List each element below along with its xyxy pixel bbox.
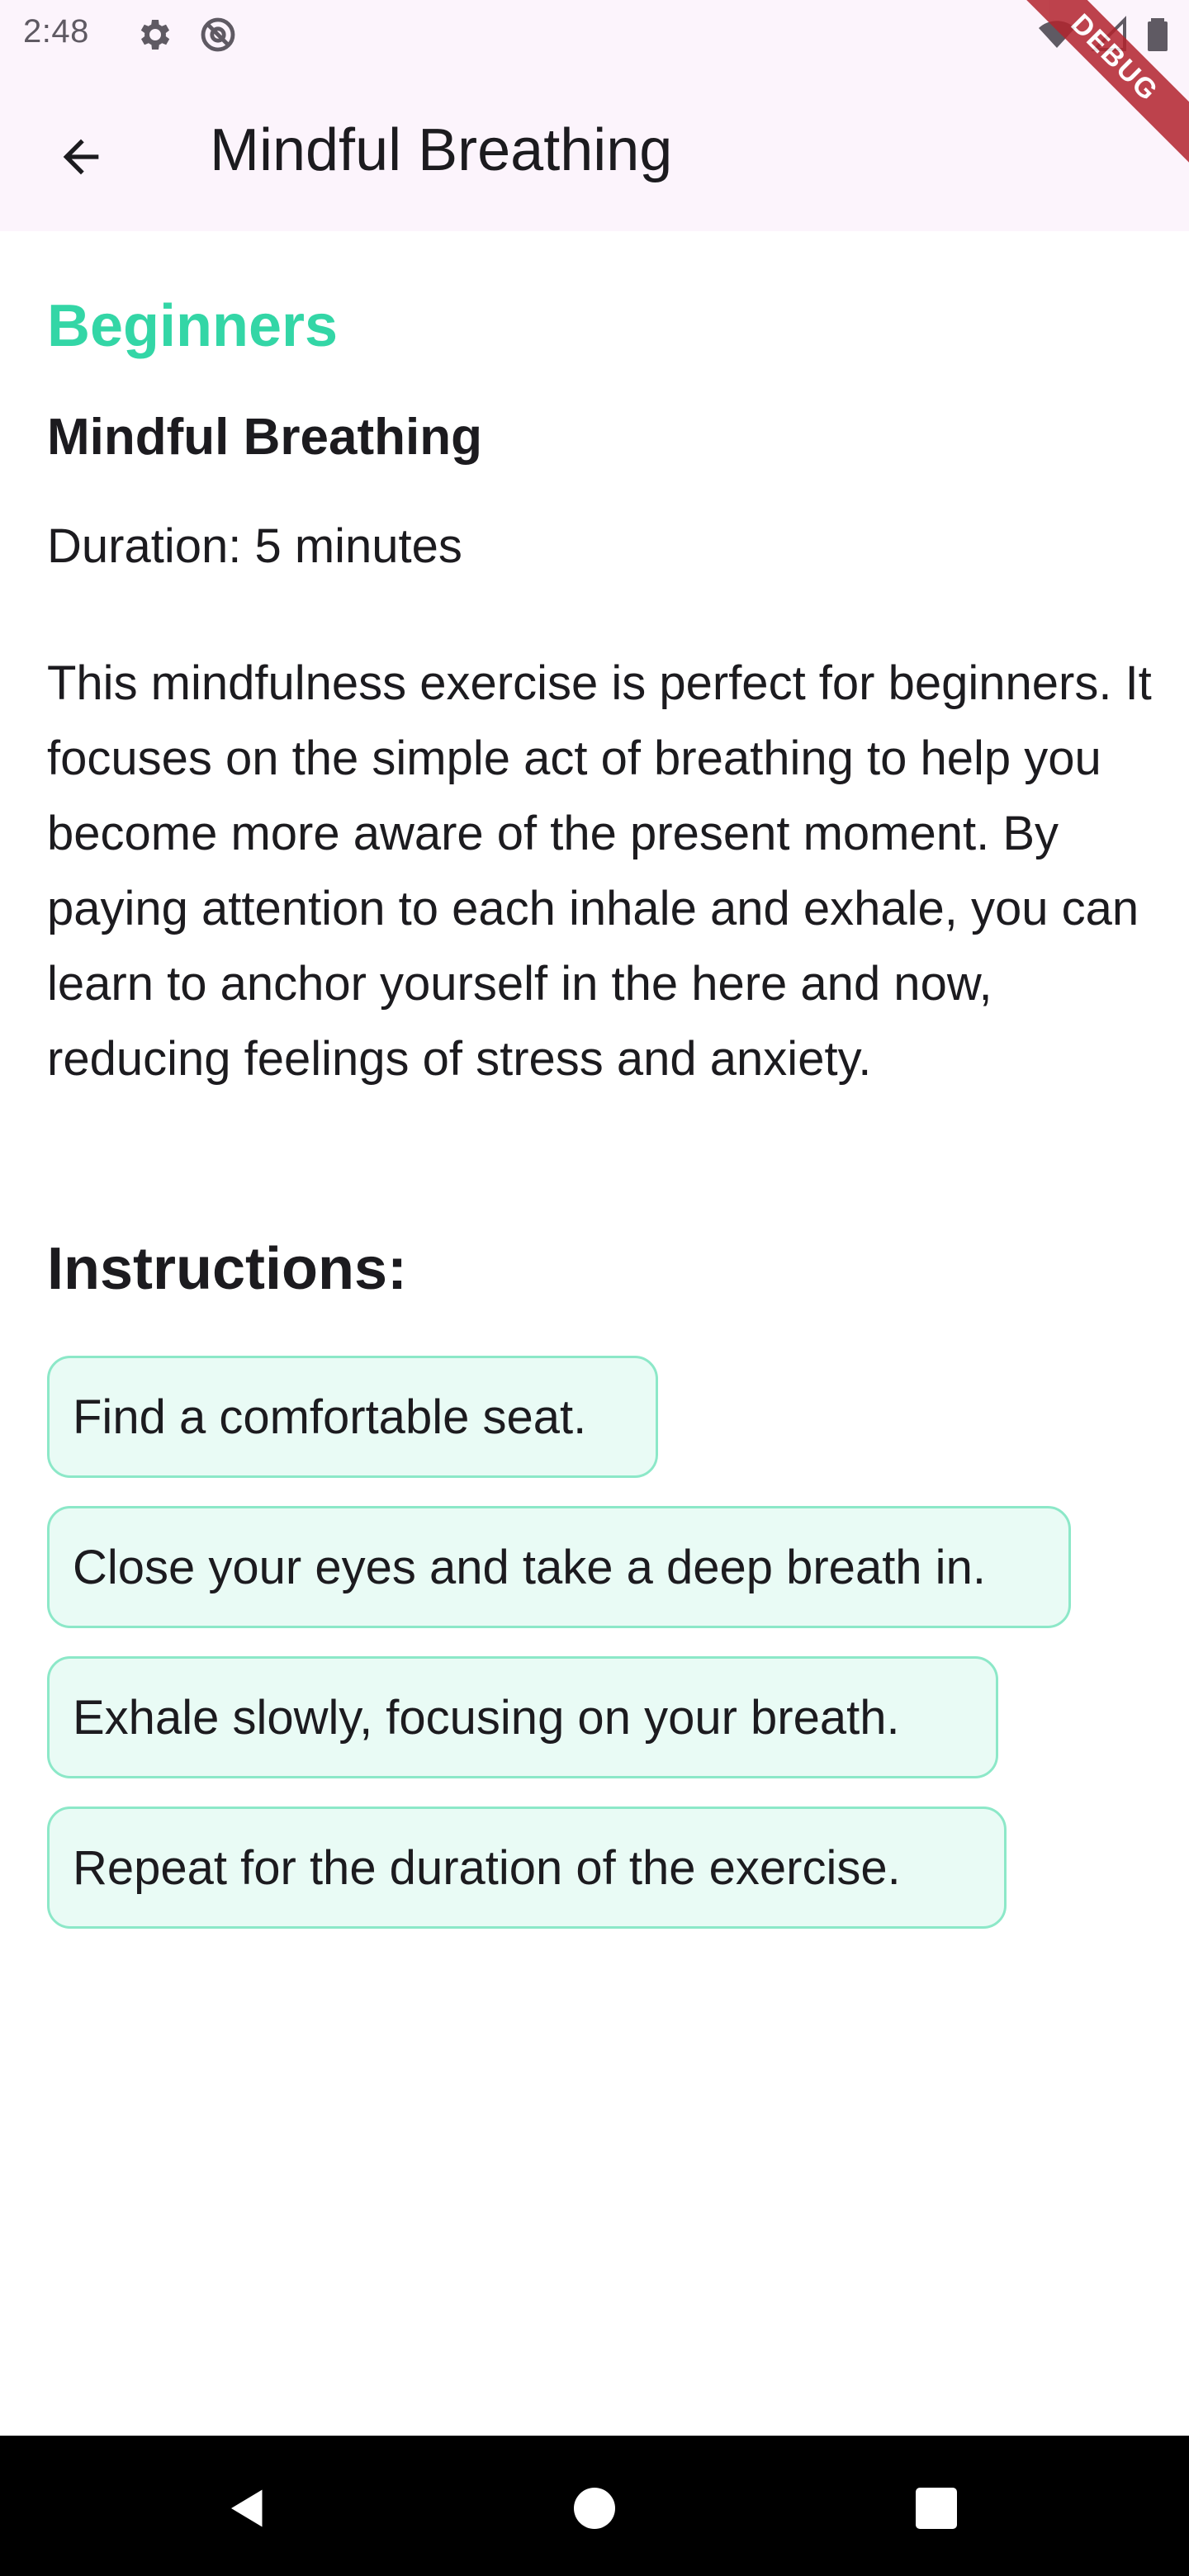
- at-sign-icon: [198, 15, 238, 54]
- instruction-step-text: Close your eyes and take a deep breath i…: [73, 1540, 986, 1594]
- instruction-step: Find a comfortable seat.: [47, 1356, 658, 1478]
- nav-home-button[interactable]: [553, 2469, 636, 2551]
- nav-back-button[interactable]: [206, 2469, 289, 2551]
- instruction-step-text: Find a comfortable seat.: [73, 1390, 587, 1444]
- back-button[interactable]: [35, 112, 127, 205]
- back-triangle-icon: [223, 2484, 272, 2537]
- home-circle-icon: [570, 2484, 619, 2537]
- page-title: Mindful Breathing: [210, 117, 673, 183]
- nav-recents-button[interactable]: [895, 2469, 978, 2551]
- exercise-title: Mindful Breathing: [47, 409, 482, 466]
- status-time: 2:48: [23, 13, 89, 50]
- duration-text: Duration: 5 minutes: [47, 519, 462, 573]
- instruction-step-text: Exhale slowly, focusing on your breath.: [73, 1690, 900, 1745]
- exercise-description: This mindfulness exercise is perfect for…: [47, 656, 1152, 1086]
- instruction-step: Exhale slowly, focusing on your breath.: [47, 1656, 998, 1778]
- instruction-step-text: Repeat for the duration of the exercise.: [73, 1840, 901, 1895]
- status-bar: 2:48: [0, 0, 1189, 68]
- instruction-step: Close your eyes and take a deep breath i…: [47, 1506, 1071, 1628]
- instructions-heading: Instructions:: [47, 1236, 408, 1302]
- gear-icon: [134, 15, 173, 54]
- recents-square-icon: [912, 2484, 961, 2537]
- instruction-step: Repeat for the duration of the exercise.: [47, 1807, 1007, 1929]
- arrow-left-icon: [54, 130, 107, 187]
- category-label: Beginners: [47, 293, 339, 359]
- battery-icon: [1138, 15, 1177, 54]
- system-nav-bar: [0, 2436, 1189, 2576]
